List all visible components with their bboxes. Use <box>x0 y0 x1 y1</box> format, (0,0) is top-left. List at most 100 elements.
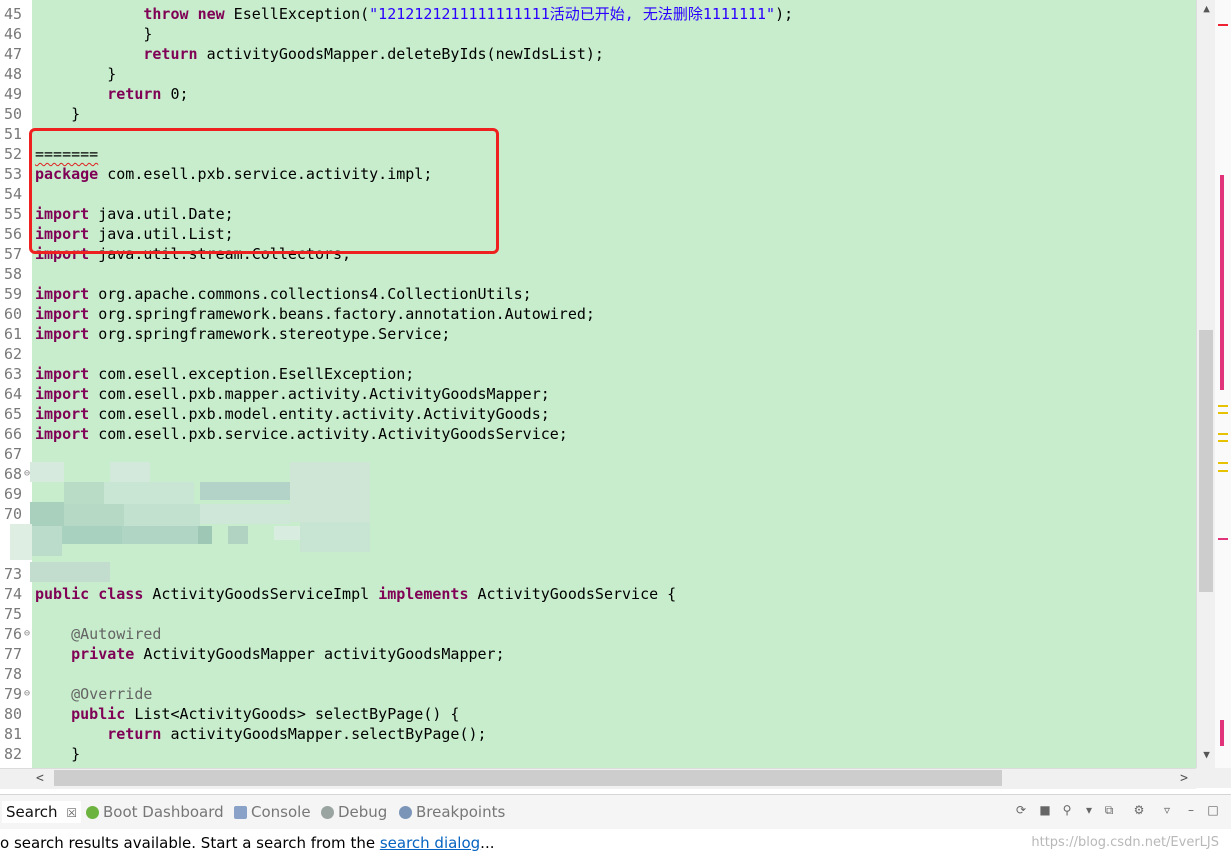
vertical-scroll-thumb[interactable] <box>1199 330 1213 592</box>
code-token: public <box>71 705 126 723</box>
code-line[interactable]: import org.apache.commons.collections4.C… <box>35 284 532 304</box>
code-token: com.esell.pxb.service.activity.ActivityG… <box>89 425 568 443</box>
line-number: 77 <box>4 645 23 663</box>
line-number: 48 <box>4 65 23 83</box>
warning-marker[interactable] <box>1218 405 1228 407</box>
code-line[interactable]: } <box>35 104 80 124</box>
tab-label: Breakpoints <box>416 803 506 821</box>
scroll-left-icon[interactable]: < <box>36 769 44 789</box>
blur-pixel <box>64 482 104 504</box>
code-line[interactable]: } <box>35 744 80 764</box>
warning-marker[interactable] <box>1218 412 1228 414</box>
horizontal-scroll-thumb[interactable] <box>54 770 1002 786</box>
code-token: import <box>35 385 90 403</box>
warning-marker[interactable] <box>1218 433 1228 435</box>
status-suffix: ... <box>480 834 495 852</box>
code-line[interactable]: } <box>35 24 152 44</box>
scroll-right-icon[interactable]: > <box>1180 769 1188 789</box>
error-marker[interactable] <box>1218 24 1228 26</box>
scroll-down-icon[interactable]: ▼ <box>1197 748 1216 761</box>
code-line[interactable]: import org.springframework.beans.factory… <box>35 304 595 324</box>
code-token: "1212121211111111111活动已开始, 无法删除1111111" <box>369 5 776 23</box>
stop-icon[interactable]: ■ <box>1038 803 1052 817</box>
code-line[interactable]: import com.esell.pxb.model.entity.activi… <box>35 404 550 424</box>
code-line[interactable]: } <box>35 64 116 84</box>
code-editor[interactable]: 45 throw new EsellException("12121212111… <box>0 0 1196 768</box>
view-menu-icon[interactable]: ⚙ <box>1132 803 1146 817</box>
search-dialog-link[interactable]: search dialog <box>380 834 480 852</box>
blur-pixel <box>198 526 212 544</box>
pin-icon[interactable]: ⧉ <box>1102 803 1116 817</box>
tab-console[interactable]: Console <box>234 801 311 823</box>
vertical-scrollbar[interactable]: ▲ ▼ <box>1196 0 1216 768</box>
code-line[interactable]: import com.esell.pxb.mapper.activity.Act… <box>35 384 550 404</box>
line-number: 80 <box>4 705 23 723</box>
code-token: import <box>35 285 90 303</box>
maximize-icon[interactable]: □ <box>1206 803 1220 817</box>
line-number: 49 <box>4 85 23 103</box>
dropdown-icon[interactable]: ▾ <box>1082 803 1096 817</box>
code-token: throw <box>143 5 189 23</box>
code-token: List<ActivityGoods> selectByPage() { <box>125 705 460 723</box>
line-number: 53 <box>4 165 23 183</box>
code-line[interactable]: @Override <box>35 684 152 704</box>
code-token: @Override <box>35 685 153 703</box>
blur-pixel <box>10 524 32 560</box>
line-number: 52 <box>4 145 23 163</box>
blur-pixel <box>124 504 200 526</box>
refresh-icon[interactable]: ⟳ <box>1014 803 1028 817</box>
code-token: activityGoodsMapper.deleteByIds(newIdsLi… <box>197 45 604 63</box>
code-line[interactable]: import org.springframework.stereotype.Se… <box>35 324 450 344</box>
scrollbar-corner <box>1196 768 1231 788</box>
line-number: 55 <box>4 205 23 223</box>
code-line[interactable]: return 0; <box>35 84 189 104</box>
code-token: @Autowired <box>35 625 162 643</box>
tab-debug[interactable]: Debug <box>321 801 387 823</box>
change-marker[interactable] <box>1218 538 1228 540</box>
code-token: org.apache.commons.collections4.Collecti… <box>89 285 532 303</box>
code-token: 0; <box>161 85 189 103</box>
code-line[interactable]: import com.esell.pxb.service.activity.Ac… <box>35 424 568 444</box>
chevron-down-icon[interactable]: ▿ <box>1160 803 1174 817</box>
search-history-icon[interactable]: ⚲ <box>1060 803 1074 817</box>
code-line[interactable]: throw new EsellException("12121212111111… <box>35 4 793 24</box>
code-line[interactable]: import com.esell.exception.EsellExceptio… <box>35 364 414 384</box>
line-number: 64 <box>4 385 23 403</box>
code-line[interactable]: public List<ActivityGoods> selectByPage(… <box>35 704 459 724</box>
code-token: EsellException( <box>224 5 370 23</box>
warning-marker[interactable] <box>1218 462 1228 464</box>
blur-pixel <box>30 562 110 582</box>
minimize-icon[interactable]: – <box>1184 803 1198 817</box>
debug-icon <box>321 806 334 819</box>
close-icon[interactable]: ☒ <box>66 806 77 820</box>
code-line[interactable]: @Autowired <box>35 624 161 644</box>
warning-marker[interactable] <box>1218 470 1228 472</box>
scroll-up-icon[interactable]: ▲ <box>1197 2 1216 15</box>
warning-marker[interactable] <box>1218 440 1228 442</box>
line-number: 46 <box>4 25 23 43</box>
change-marker[interactable] <box>1220 720 1224 746</box>
line-number: 65 <box>4 405 23 423</box>
code-token: return <box>143 45 198 63</box>
fold-toggle-icon[interactable]: ⊖ <box>24 688 30 699</box>
tab-search[interactable]: Search ☒ <box>2 801 82 823</box>
tab-boot-dashboard[interactable]: Boot Dashboard <box>86 801 224 823</box>
code-line[interactable]: return activityGoodsMapper.deleteByIds(n… <box>35 44 604 64</box>
overview-ruler[interactable] <box>1215 0 1231 768</box>
line-number: 60 <box>4 305 23 323</box>
horizontal-scrollbar[interactable]: < > <box>32 768 1196 789</box>
tab-breakpoints[interactable]: Breakpoints <box>399 801 505 823</box>
code-line[interactable]: private ActivityGoodsMapper activityGood… <box>35 644 504 664</box>
change-marker[interactable] <box>1220 175 1224 390</box>
code-token: org.springframework.stereotype.Service; <box>89 325 451 343</box>
line-number: 62 <box>4 345 23 363</box>
code-token: ActivityGoodsService { <box>468 585 677 603</box>
fold-toggle-icon[interactable]: ⊖ <box>24 628 30 639</box>
code-line[interactable]: return activityGoodsMapper.selectByPage(… <box>35 724 487 744</box>
code-token: activityGoodsMapper.selectByPage(); <box>161 725 487 743</box>
blur-pixel <box>200 482 290 500</box>
